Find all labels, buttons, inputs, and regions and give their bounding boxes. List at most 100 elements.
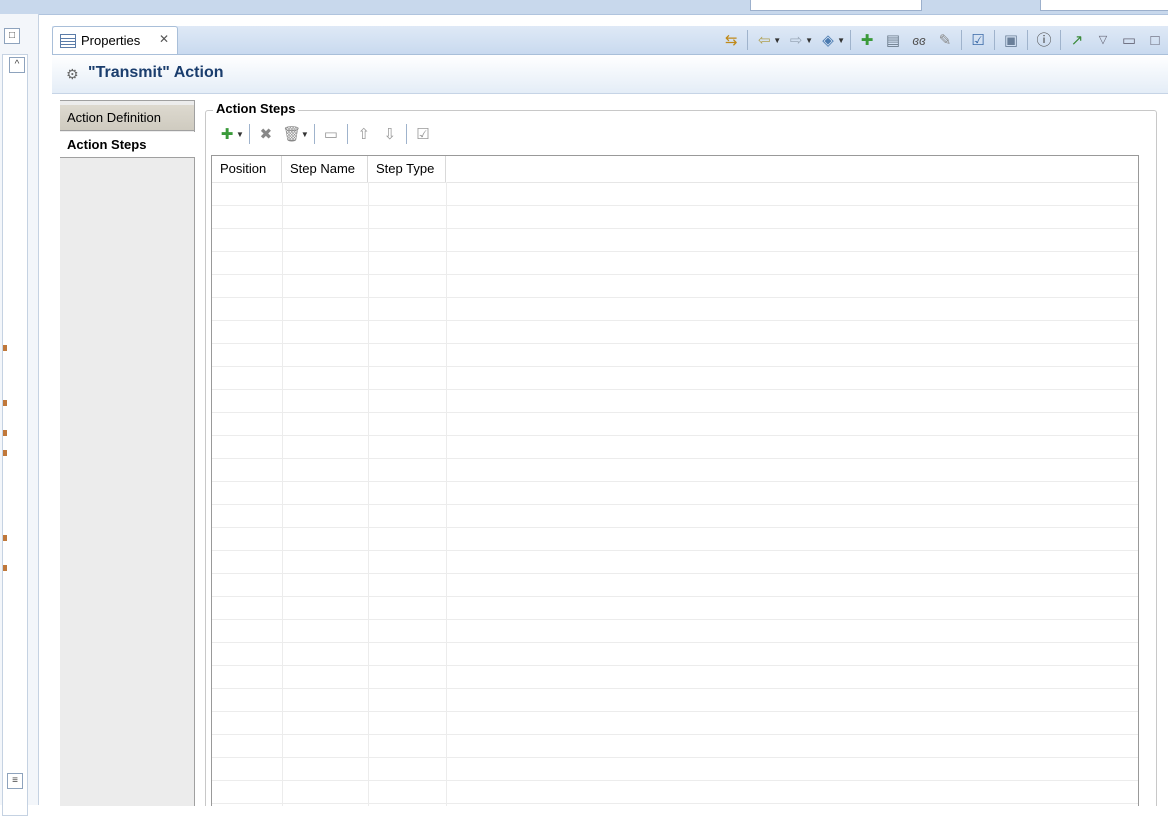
separator [346,124,348,144]
separator [850,30,851,50]
menu-icon[interactable]: ≡ [7,773,23,789]
marker [3,450,7,456]
close-icon[interactable]: ✕ [159,32,169,46]
row-divider [212,481,1138,482]
separator [248,124,250,144]
separator [1060,30,1061,50]
minimize-icon[interactable]: ▭ [1118,29,1140,51]
window-top-strip [0,0,1168,15]
row-divider [212,757,1138,758]
navigate-icon[interactable]: ◈ [817,29,839,51]
gear-icon: ⚙ [66,66,79,82]
row-divider [212,251,1138,252]
marker [3,345,7,351]
row-divider [212,366,1138,367]
forward-icon[interactable]: ⇨ [785,29,807,51]
table-header: Position Step Name Step Type [212,156,1138,183]
properties-icon [60,34,76,48]
add-icon[interactable]: ✚ [856,29,878,51]
help-icon[interactable]: ⓘ [1033,29,1055,51]
document-icon[interactable]: ▤ [882,29,904,51]
marker [3,430,7,436]
column-divider [282,182,283,806]
marker [3,400,7,406]
pencil-icon[interactable]: ✎ [934,29,956,51]
column-header-position[interactable]: Position [212,156,282,182]
left-collapsed-panel: □ ^ ≡ [0,14,39,816]
page-title: "Transmit" Action [88,64,224,81]
steps-toolbar: ✚ ▼ ✖ 🗑 ▼ ▭ ⇧ ⇩ ☑ [214,121,436,147]
column-header-step-type[interactable]: Step Type [368,156,446,182]
move-down-icon[interactable]: ⇩ [379,123,401,145]
row-divider [212,274,1138,275]
add-step-icon[interactable]: ✚ [216,123,238,145]
row-divider [212,734,1138,735]
row-divider [212,228,1138,229]
row-divider [212,596,1138,597]
row-divider [212,780,1138,781]
row-divider [212,619,1138,620]
separator [313,124,315,144]
view-toolbar: ⇆ ⇦ ▼ ⇨ ▼ ◈ ▼ ✚ ▤ ɞɞ ✎ ☑ ▣ ⓘ ↗ ▽ ▭ □ [718,26,1168,54]
tab-properties[interactable]: Properties ✕ [52,26,178,54]
separator [961,30,962,50]
row-divider [212,803,1138,804]
row-divider [212,320,1138,321]
separator [994,30,995,50]
column-header-step-name[interactable]: Step Name [282,156,368,182]
tab-action-steps[interactable]: Action Steps [60,132,195,158]
row-divider [212,550,1138,551]
top-perspective-box[interactable] [1040,0,1168,11]
row-divider [212,343,1138,344]
sync-icon[interactable]: ⇆ [720,29,742,51]
top-search-box[interactable] [750,0,922,11]
left-scroll-area: ^ ≡ [2,54,28,816]
row-divider [212,573,1138,574]
view-menu-icon[interactable]: ▽ [1092,29,1114,51]
column-divider [446,182,447,806]
window-icon[interactable]: ▭ [320,123,342,145]
pin-icon[interactable]: ↗ [1066,29,1088,51]
save-icon[interactable]: ▣ [1000,29,1022,51]
move-up-icon[interactable]: ⇧ [353,123,375,145]
glasses-icon[interactable]: ɞɞ [908,29,930,51]
validate-icon[interactable]: ☑ [967,29,989,51]
properties-title-bar: ⚙ "Transmit" Action [52,55,1168,94]
separator [1027,30,1028,50]
properties-tab-list: Action Definition Action Steps [60,100,195,806]
row-divider [212,665,1138,666]
row-divider [212,711,1138,712]
view-tab-bar: Properties ✕ ⇆ ⇦ ▼ ⇨ ▼ ◈ ▼ ✚ ▤ ɞɞ ✎ ☑ ▣ … [52,26,1168,55]
validate-step-icon[interactable]: ☑ [412,123,434,145]
row-divider [212,205,1138,206]
chevron-down-icon[interactable]: ▼ [837,36,845,45]
marker [3,535,7,541]
chevron-down-icon[interactable]: ▼ [301,130,309,139]
row-divider [212,688,1138,689]
row-divider [212,642,1138,643]
separator [405,124,407,144]
group-title: Action Steps [213,101,299,116]
row-divider [212,297,1138,298]
row-divider [212,458,1138,459]
chevron-down-icon[interactable]: ▼ [236,130,244,139]
marker [3,565,7,571]
action-steps-table[interactable]: Position Step Name Step Type [211,155,1139,806]
tab-action-definition[interactable]: Action Definition [60,105,194,131]
chevron-down-icon[interactable]: ▼ [805,36,813,45]
scroll-up-icon[interactable]: ^ [9,57,25,73]
delete-icon[interactable]: ✖ [255,123,277,145]
maximize-icon[interactable]: □ [1144,29,1166,51]
column-divider [368,182,369,806]
row-divider [212,527,1138,528]
back-icon[interactable]: ⇦ [753,29,775,51]
row-divider [212,504,1138,505]
separator [747,30,749,50]
row-divider [212,435,1138,436]
restore-icon[interactable]: □ [4,28,20,44]
chevron-down-icon[interactable]: ▼ [773,36,781,45]
row-divider [212,412,1138,413]
tab-properties-label: Properties [81,33,141,48]
row-divider [212,389,1138,390]
trash-icon[interactable]: 🗑 [281,123,303,145]
